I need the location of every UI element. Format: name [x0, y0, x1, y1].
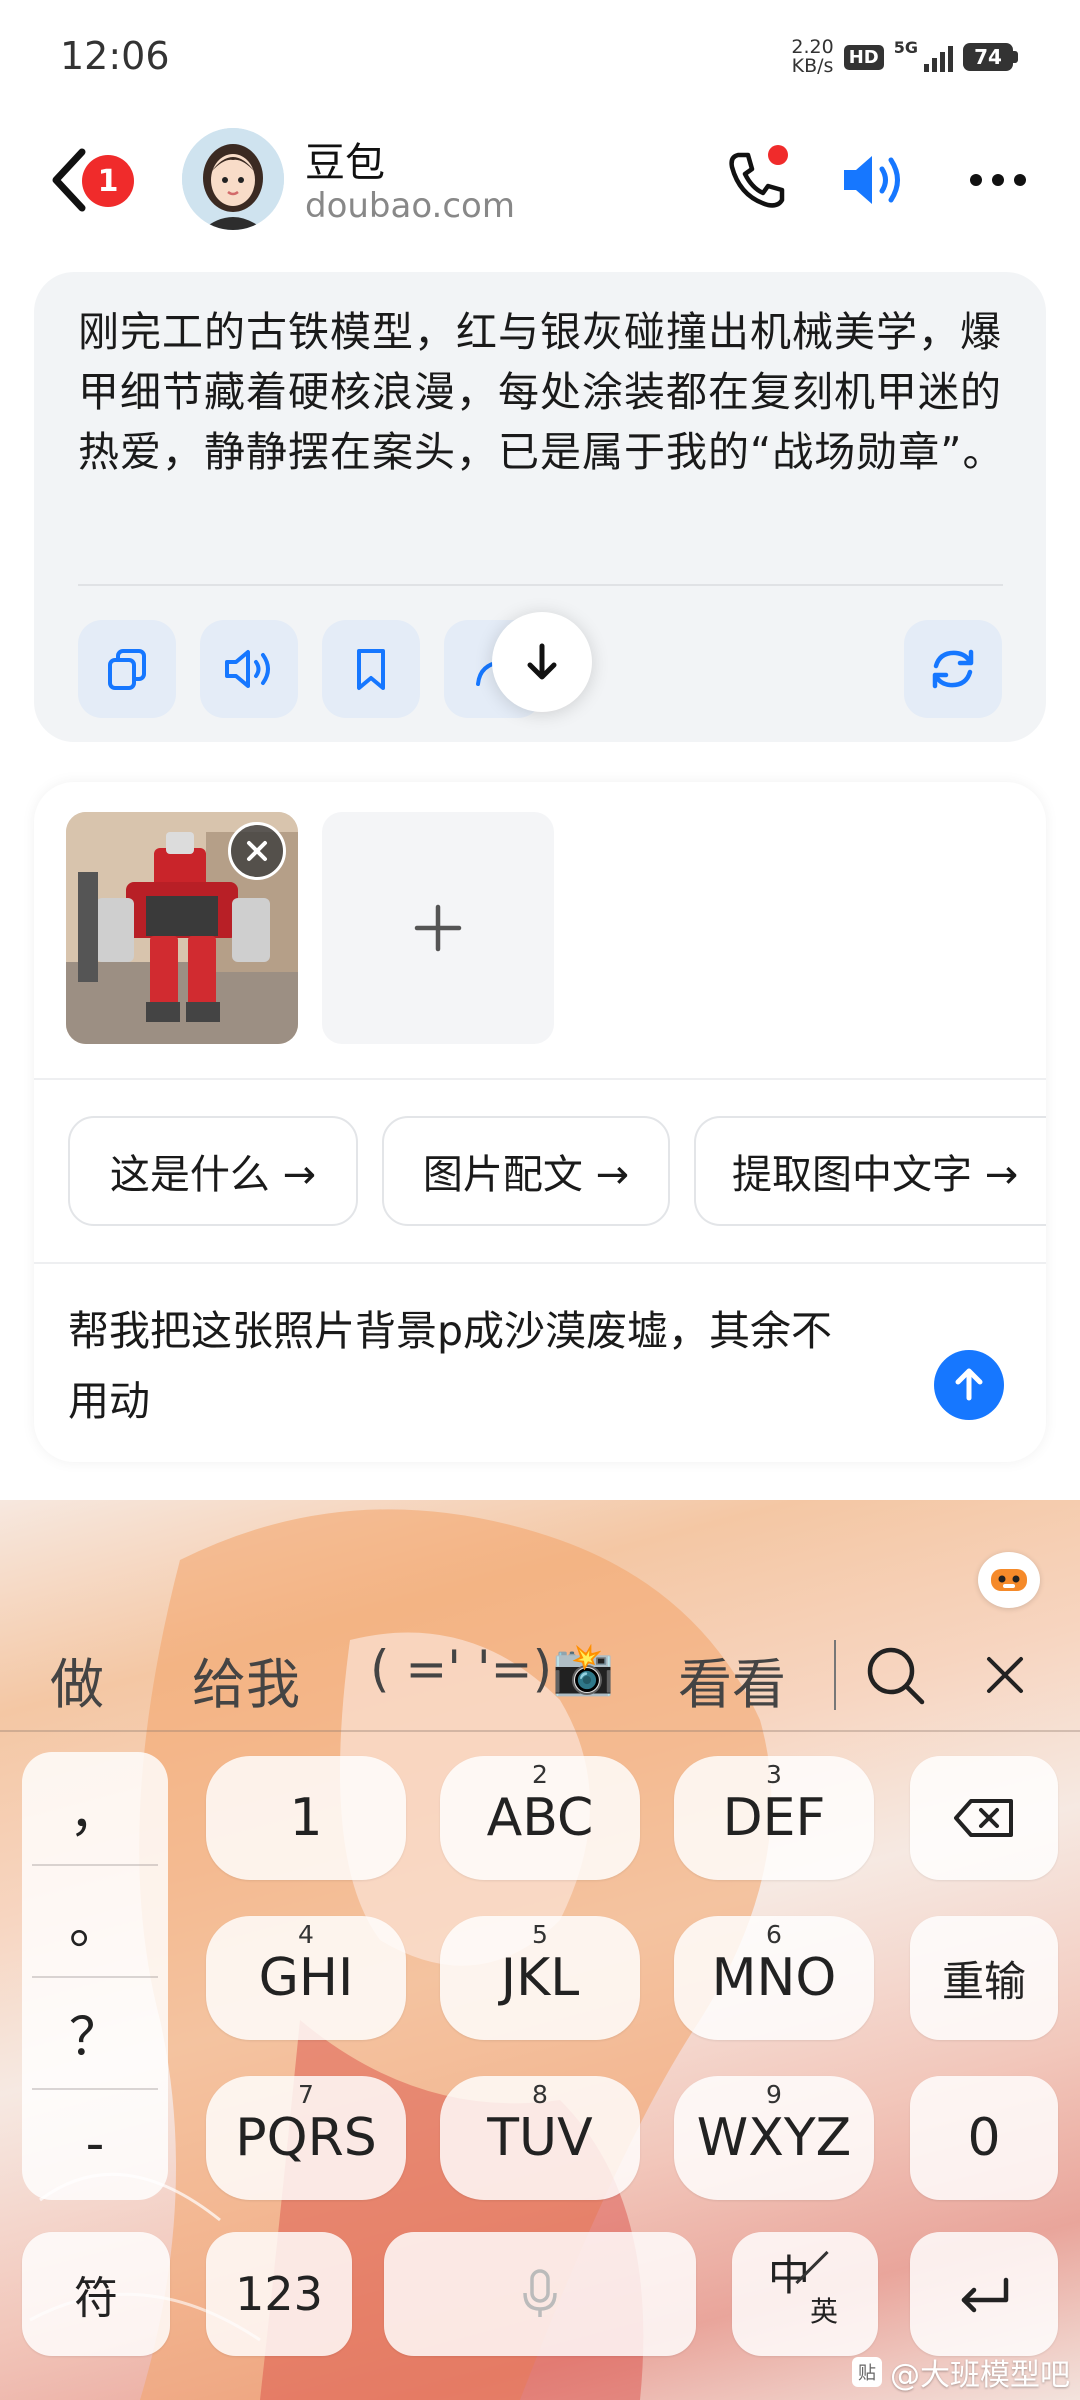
- copy-icon: [108, 649, 146, 690]
- candidate-word[interactable]: 看看: [678, 1640, 786, 1719]
- punct-key-dash[interactable]: -: [22, 2088, 168, 2200]
- key-2-abc[interactable]: 2 ABC: [440, 1756, 640, 1880]
- key-label: 1: [289, 1788, 323, 1848]
- lang-sub-label: 英: [810, 2295, 839, 2328]
- composer-divider: [34, 1262, 1046, 1264]
- suggestion-chip-what-is-this[interactable]: 这是什么 →: [68, 1116, 358, 1226]
- keyboard-mascot-icon[interactable]: [978, 1552, 1040, 1608]
- avatar[interactable]: [182, 128, 284, 230]
- battery-level: 74: [963, 43, 1013, 71]
- punct-key-comma[interactable]: ，: [22, 1752, 168, 1864]
- avatar-girl-icon: [182, 128, 284, 230]
- language-switch-key[interactable]: 中 英: [732, 2232, 878, 2356]
- key-label: TUV: [487, 2108, 593, 2168]
- copy-button[interactable]: [78, 620, 176, 718]
- more-options-button[interactable]: [966, 162, 1030, 198]
- plus-icon: [414, 904, 462, 952]
- bot-name: 豆包: [305, 140, 385, 186]
- watermark: 贴 @大班模型吧: [852, 2350, 1070, 2394]
- bot-domain: doubao.com: [305, 186, 515, 226]
- keyboard-search-button[interactable]: [860, 1640, 930, 1710]
- key-label: ABC: [486, 1788, 594, 1848]
- key-number: 5: [532, 1920, 548, 1949]
- candidate-word[interactable]: 给我: [192, 1640, 300, 1719]
- more-dot-icon: [970, 174, 982, 186]
- key-label: DEF: [722, 1788, 826, 1848]
- key-label: 0: [967, 2108, 1001, 2168]
- close-icon: [247, 841, 267, 861]
- keyboard-divider: [0, 1730, 1080, 1732]
- read-aloud-icon: [225, 650, 270, 688]
- enter-key[interactable]: [910, 2232, 1058, 2356]
- key-number: 8: [532, 2080, 548, 2109]
- suggestion-chip-extract-text[interactable]: 提取图中文字 →: [694, 1116, 1046, 1226]
- keyboard-collapse-button[interactable]: [975, 1645, 1035, 1705]
- remove-photo-button[interactable]: [228, 822, 286, 880]
- bookmark-icon: [357, 649, 385, 690]
- backspace-key[interactable]: [910, 1756, 1058, 1880]
- key-1[interactable]: 1: [206, 1756, 406, 1880]
- call-notification-dot: [768, 145, 788, 165]
- bookmark-button[interactable]: [322, 620, 420, 718]
- watermark-text: @大班模型吧: [890, 2358, 1070, 2393]
- key-number: 3: [766, 1760, 782, 1789]
- key-9-wxyz[interactable]: 9 WXYZ: [674, 2076, 874, 2200]
- composer-divider: [34, 1078, 1046, 1080]
- net-speed: 2.20 KB/s: [791, 38, 833, 76]
- key-3-def[interactable]: 3 DEF: [674, 1756, 874, 1880]
- speaker-icon: [844, 156, 872, 204]
- signal-icon: [924, 42, 953, 72]
- prompt-input[interactable]: 帮我把这张照片背景p成沙漠废墟，其余不用动: [68, 1296, 868, 1436]
- status-indicators: 2.20 KB/s HD 5G 74: [791, 38, 1018, 76]
- network-type: 5G: [893, 38, 918, 57]
- back-arrow-icon: [52, 148, 86, 212]
- key-7-pqrs[interactable]: 7 PQRS: [206, 2076, 406, 2200]
- backspace-icon: [954, 1799, 1013, 1837]
- candidate-separator: [834, 1640, 836, 1710]
- hd-icon: HD: [843, 44, 884, 70]
- add-photo-button[interactable]: [322, 812, 554, 1044]
- send-button[interactable]: [934, 1350, 1004, 1420]
- speaker-button[interactable]: [838, 145, 910, 215]
- scroll-to-bottom-button[interactable]: [492, 612, 592, 712]
- key-4-ghi[interactable]: 4 GHI: [206, 1916, 406, 2040]
- candidate-word[interactable]: ( =' '=)📸: [370, 1640, 614, 1699]
- candidate-word[interactable]: 做: [50, 1640, 104, 1719]
- arrow-down-icon: [527, 643, 557, 680]
- regenerate-icon: [932, 649, 974, 689]
- key-label: MNO: [711, 1948, 837, 2008]
- unread-badge: 1: [82, 155, 134, 207]
- battery-icon: 74: [963, 43, 1018, 71]
- bot-message-text: 刚完工的古铁模型，红与银灰碰撞出机械美学，爆甲细节藏着硬核浪漫，每处涂装都在复刻…: [78, 308, 1005, 476]
- key-number: 6: [766, 1920, 782, 1949]
- arrow-up-icon: [955, 1368, 983, 1401]
- punct-key-period[interactable]: 。: [22, 1864, 168, 1976]
- key-number: 4: [298, 1920, 314, 1949]
- punct-key-question[interactable]: ？: [22, 1976, 168, 2088]
- numeric-key[interactable]: 123: [206, 2232, 352, 2356]
- enter-icon: [961, 2277, 1009, 2313]
- read-aloud-button[interactable]: [200, 620, 298, 718]
- key-number: 7: [298, 2080, 314, 2109]
- net-speed-unit: KB/s: [791, 55, 834, 77]
- key-label: PQRS: [235, 2108, 377, 2168]
- key-number: 9: [766, 2080, 782, 2109]
- space-voice-key[interactable]: [384, 2232, 696, 2356]
- suggestion-chip-caption[interactable]: 图片配文 →: [382, 1116, 670, 1226]
- status-time: 12:06: [60, 34, 170, 78]
- key-label: GHI: [258, 1948, 354, 2008]
- key-number: 2: [532, 1760, 548, 1789]
- key-label: JKL: [500, 1948, 580, 2008]
- microphone-icon: [523, 2269, 557, 2317]
- key-6-mno[interactable]: 6 MNO: [674, 1916, 874, 2040]
- message-divider: [78, 584, 1003, 586]
- key-8-tuv[interactable]: 8 TUV: [440, 2076, 640, 2200]
- symbols-key[interactable]: 符: [22, 2232, 170, 2356]
- reset-key[interactable]: 重输: [910, 1916, 1058, 2040]
- regenerate-button[interactable]: [904, 620, 1002, 718]
- key-5-jkl[interactable]: 5 JKL: [440, 1916, 640, 2040]
- tieba-icon: 贴: [852, 2357, 882, 2387]
- key-0[interactable]: 0: [910, 2076, 1058, 2200]
- key-label: WXYZ: [696, 2108, 852, 2168]
